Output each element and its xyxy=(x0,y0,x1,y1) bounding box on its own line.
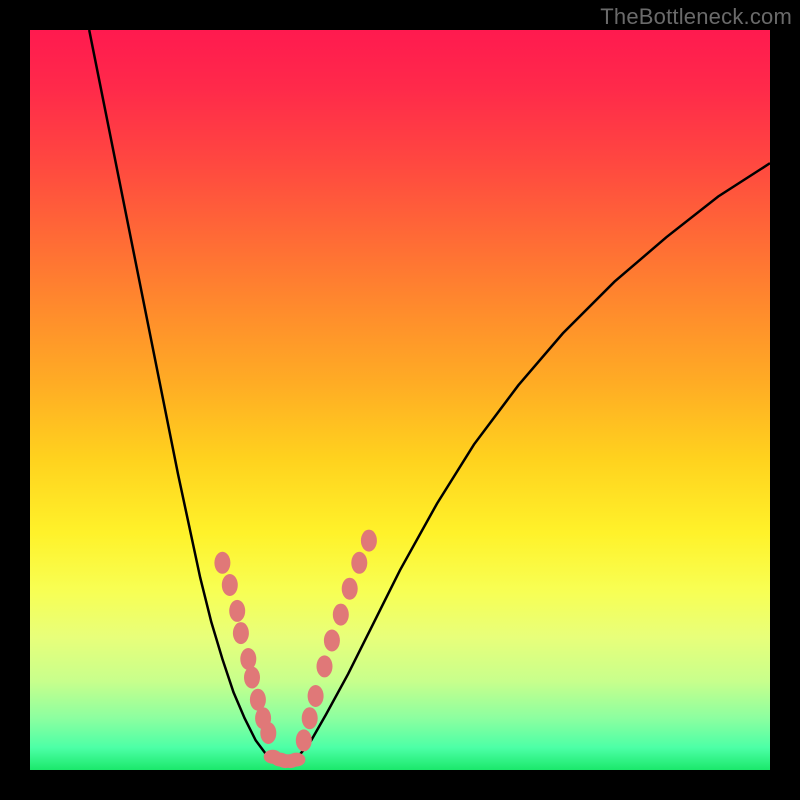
markers-bottom-cluster xyxy=(264,750,306,768)
marker-dot xyxy=(244,667,260,689)
outer-frame: TheBottleneck.com xyxy=(0,0,800,800)
marker-dot xyxy=(296,729,312,751)
marker-dot xyxy=(260,722,276,744)
marker-dot xyxy=(361,530,377,552)
marker-dot xyxy=(317,655,333,677)
marker-dot xyxy=(333,604,349,626)
marker-dot xyxy=(302,707,318,729)
marker-dot xyxy=(351,552,367,574)
marker-dot xyxy=(229,600,245,622)
marker-dot xyxy=(287,753,305,767)
marker-dot xyxy=(240,648,256,670)
bottleneck-curve xyxy=(30,30,770,770)
markers-left-cluster xyxy=(214,552,276,744)
marker-dot xyxy=(324,630,340,652)
curve-line xyxy=(89,30,770,763)
plot-area xyxy=(30,30,770,770)
marker-dot xyxy=(222,574,238,596)
marker-dot xyxy=(214,552,230,574)
marker-dot xyxy=(233,622,249,644)
marker-dot xyxy=(342,578,358,600)
watermark-text: TheBottleneck.com xyxy=(600,4,792,30)
marker-dot xyxy=(308,685,324,707)
